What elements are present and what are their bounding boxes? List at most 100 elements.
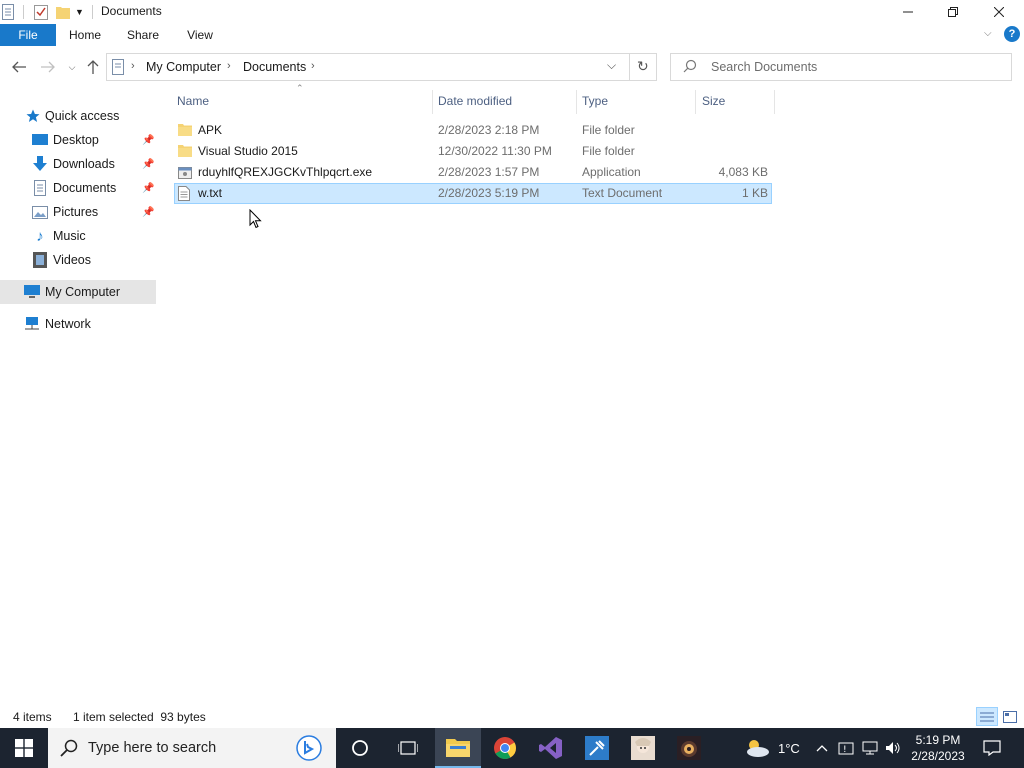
up-button[interactable] (83, 58, 103, 76)
file-row[interactable]: rduyhlfQREXJGCKvThlpqcrt.exe 2/28/2023 1… (174, 162, 772, 183)
clock-date: 2/28/2023 (911, 749, 965, 763)
column-divider[interactable] (432, 90, 433, 114)
file-name: Visual Studio 2015 (198, 144, 298, 158)
sidebar-item-desktop[interactable]: Desktop 📌 (0, 128, 156, 152)
column-header-name[interactable]: Name (177, 88, 209, 114)
sidebar-item-my-computer[interactable]: My Computer (0, 280, 156, 304)
taskbar-search-placeholder: Type here to search (88, 740, 217, 756)
sidebar-item-pictures[interactable]: Pictures 📌 (0, 200, 156, 224)
checkmark-icon[interactable] (34, 3, 48, 21)
breadcrumb-my-computer[interactable]: My Computer (146, 60, 221, 74)
forward-button[interactable] (38, 58, 58, 76)
file-row[interactable]: w.txt 2/28/2023 5:19 PM Text Document 1 … (174, 183, 772, 204)
breadcrumb-chevron-icon[interactable]: › (311, 60, 315, 72)
back-button[interactable] (9, 58, 29, 76)
file-row[interactable]: Visual Studio 2015 12/30/2022 11:30 PM F… (174, 141, 772, 162)
file-name: APK (198, 123, 223, 137)
title-bar: ▼ Documents (0, 0, 1024, 24)
selection-info: 1 item selected 93 bytes (73, 710, 206, 724)
file-date: 2/28/2023 2:18 PM (438, 123, 540, 137)
pin-icon[interactable]: 📌 (142, 183, 154, 194)
game-app-icon[interactable] (666, 728, 712, 768)
recent-locations-button[interactable]: ⌵ (62, 58, 82, 76)
ribbon: File Home Share View ⌵ ? (0, 24, 1024, 46)
file-date: 12/30/2022 11:30 PM (438, 144, 552, 158)
volume-icon[interactable] (885, 728, 901, 768)
address-bar[interactable]: › My Computer › Documents › ⌵ ↻ (106, 53, 657, 81)
chrome-icon[interactable] (482, 728, 528, 768)
large-icons-view-icon[interactable] (1000, 707, 1020, 726)
weather-temperature[interactable]: 1°C (778, 728, 800, 768)
new-folder-icon[interactable] (56, 3, 70, 21)
file-size: 4,083 KB (718, 165, 768, 179)
start-button[interactable] (0, 728, 48, 768)
column-header-size[interactable]: Size (702, 88, 725, 114)
taskbar-search-box[interactable]: Type here to search (48, 728, 336, 768)
bing-icon[interactable] (296, 735, 322, 764)
sidebar-item-documents[interactable]: Documents 📌 (0, 176, 156, 200)
file-row[interactable]: APK 2/28/2023 2:18 PM File folder (174, 120, 772, 141)
search-box[interactable]: Search Documents (670, 53, 1012, 81)
help-icon[interactable]: ? (1004, 26, 1020, 42)
file-type: Text Document (582, 186, 663, 200)
tab-share[interactable]: Share (122, 24, 164, 46)
properties-icon[interactable] (2, 3, 14, 21)
folder-icon (178, 144, 192, 158)
file-date: 2/28/2023 5:19 PM (438, 186, 540, 200)
anime-app-icon[interactable] (620, 728, 666, 768)
documents-icon (32, 180, 48, 196)
tab-view[interactable]: View (180, 24, 220, 46)
sidebar-item-music[interactable]: ♪ Music (0, 224, 156, 248)
chevron-up-icon[interactable] (816, 728, 828, 768)
divider (23, 5, 24, 19)
pin-icon[interactable]: 📌 (142, 159, 154, 170)
column-header-type[interactable]: Type (582, 88, 608, 114)
search-icon (683, 59, 697, 76)
refresh-icon[interactable]: ↻ (637, 58, 649, 75)
sidebar-item-network[interactable]: Network (0, 312, 156, 336)
breadcrumb-documents[interactable]: Documents (243, 60, 306, 74)
network-tray-icon[interactable] (862, 728, 878, 768)
column-header-date[interactable]: Date modified (438, 88, 512, 114)
breadcrumb-chevron-icon[interactable]: › (131, 60, 135, 72)
minimize-button[interactable] (885, 0, 931, 24)
clock-time: 5:19 PM (915, 733, 961, 747)
sidebar-item-downloads[interactable]: Downloads 📌 (0, 152, 156, 176)
tab-file[interactable]: File (0, 24, 56, 46)
sidebar-item-videos[interactable]: Videos (0, 248, 156, 272)
action-tray-icon[interactable]: ! (838, 728, 854, 768)
column-divider[interactable] (695, 90, 696, 114)
text-file-icon (178, 186, 192, 201)
customize-dropdown-icon[interactable]: ▼ (75, 3, 84, 21)
pin-icon[interactable]: 📌 (142, 135, 154, 146)
sidebar-item-label: Pictures (53, 205, 99, 219)
task-view-icon[interactable] (385, 728, 431, 768)
file-date: 2/28/2023 1:57 PM (438, 165, 540, 179)
restore-button[interactable] (930, 0, 976, 24)
notifications-icon[interactable] (983, 728, 1001, 768)
clock[interactable]: 5:19 PM 2/28/2023 (905, 730, 971, 766)
navigation-pane: Quick access Desktop 📌 Downloads 📌 Docum… (0, 84, 156, 704)
sort-ascending-icon: ⌃ (296, 83, 304, 93)
tab-home[interactable]: Home (64, 24, 106, 46)
column-divider[interactable] (774, 90, 775, 114)
details-view-icon[interactable] (976, 707, 998, 726)
sidebar-item-quick-access[interactable]: Quick access (0, 104, 156, 128)
file-name: rduyhlfQREXJGCKvThlpqcrt.exe (198, 165, 373, 179)
tool-app-icon[interactable] (574, 728, 620, 768)
file-explorer-taskbar-icon[interactable] (435, 728, 481, 768)
file-name: w.txt (198, 186, 223, 200)
breadcrumb-chevron-icon[interactable]: › (227, 60, 231, 72)
music-icon: ♪ (36, 227, 44, 245)
expand-ribbon-icon[interactable]: ⌵ (984, 28, 992, 39)
cortana-icon[interactable] (337, 728, 383, 768)
desktop-icon (32, 132, 48, 148)
address-history-chevron-icon[interactable]: ⌵ (607, 58, 616, 73)
column-divider[interactable] (576, 90, 577, 114)
file-type: File folder (582, 144, 635, 158)
close-button[interactable] (976, 0, 1022, 24)
weather-icon[interactable] (743, 728, 771, 768)
pin-icon[interactable]: 📌 (142, 207, 154, 218)
computer-icon (24, 284, 40, 300)
visual-studio-icon[interactable] (528, 728, 574, 768)
